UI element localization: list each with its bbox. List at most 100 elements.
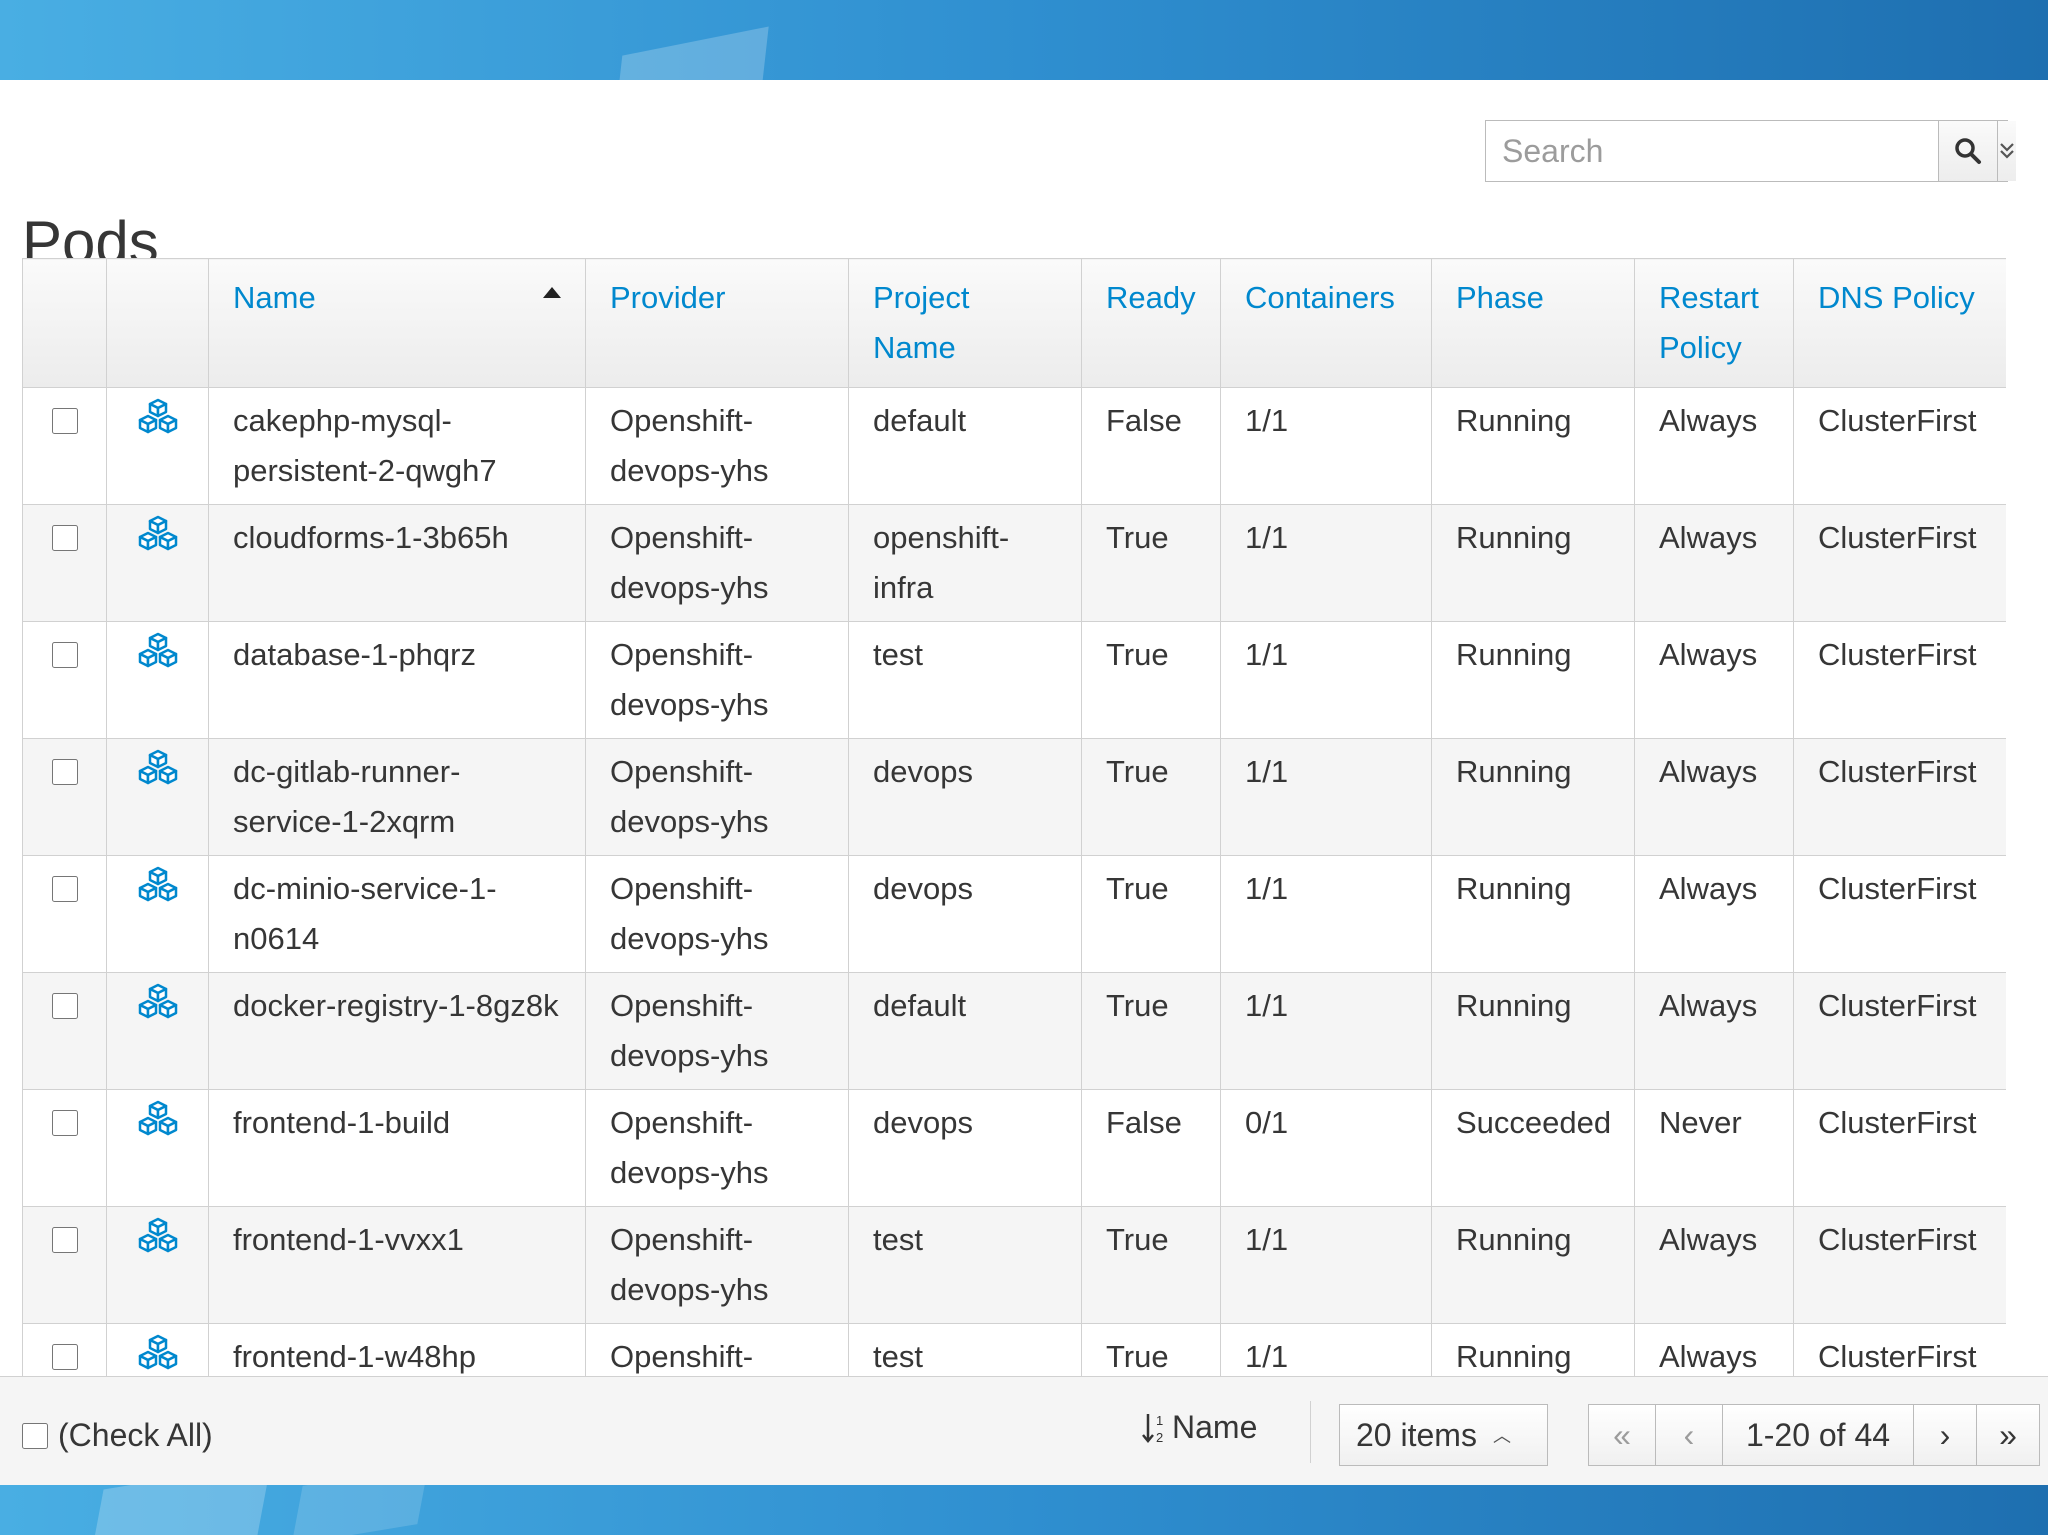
project-name-cell: test <box>848 621 1082 739</box>
containers-cell: 1/1 <box>1220 1206 1432 1324</box>
restart-policy-cell: Never <box>1634 1089 1794 1207</box>
project-name-cell: devops <box>848 1089 1082 1207</box>
advanced-search-button[interactable] <box>1997 121 2016 181</box>
sort-by-button[interactable]: 1 2 Name <box>1142 1409 1257 1446</box>
column-header-phase[interactable]: Phase <box>1431 258 1635 388</box>
check-all[interactable]: (Check All) <box>22 1417 213 1454</box>
restart-policy-cell: Always <box>1634 504 1794 622</box>
svg-text:1: 1 <box>1156 1413 1163 1428</box>
restart-policy-cell: Always <box>1634 972 1794 1090</box>
phase-cell: Succeeded <box>1431 1089 1635 1207</box>
column-header-label: Containers <box>1245 280 1395 315</box>
restart-policy-cell: Always <box>1634 387 1794 505</box>
pod-name-cell: dc-minio-service-1-n0614 <box>208 855 586 973</box>
table-row[interactable]: cakephp-mysql-persistent-2-qwgh7 Openshif… <box>22 387 2006 505</box>
sort-by-label: Name <box>1172 1409 1258 1445</box>
svg-text:2: 2 <box>1156 1430 1163 1445</box>
containers-cell: 1/1 <box>1220 387 1432 505</box>
row-checkbox[interactable] <box>52 1344 78 1370</box>
project-name-cell: devops <box>848 738 1082 856</box>
restart-policy-cell: Always <box>1634 738 1794 856</box>
dns-policy-cell: ClusterFirst <box>1793 855 2006 973</box>
restart-policy-cell: Always <box>1634 855 1794 973</box>
dns-policy-cell: ClusterFirst <box>1793 1323 2006 1376</box>
pagination: « ‹ 1-20 of 44 › » <box>1588 1404 2040 1466</box>
table-row[interactable]: dc-gitlab-runner-service-1-2xqrm Openshif… <box>22 738 2006 856</box>
table-row[interactable]: dc-minio-service-1-n0614 Openshift-devops… <box>22 855 2006 973</box>
row-select-cell <box>22 738 107 856</box>
restart-policy-cell: Always <box>1634 621 1794 739</box>
sort-ascending-icon <box>543 287 561 298</box>
column-header-label: Project Name <box>873 280 970 365</box>
row-checkbox[interactable] <box>52 759 78 785</box>
provider-cell: Openshift-devops-yhs <box>585 855 849 973</box>
table-row[interactable]: docker-registry-1-8gz8k Openshift-devops-… <box>22 972 2006 1090</box>
table-row[interactable]: frontend-1-build Openshift-devops-yhs devo… <box>22 1089 2006 1207</box>
pod-cubes-icon <box>137 515 179 562</box>
pod-cubes-icon <box>137 1100 179 1147</box>
row-icon-cell <box>106 1323 209 1376</box>
provider-cell: Openshift-devops-yhs <box>585 1206 849 1324</box>
column-header-containers[interactable]: Containers <box>1220 258 1432 388</box>
search-button[interactable] <box>1938 121 1997 181</box>
dns-policy-cell: ClusterFirst <box>1793 387 2006 505</box>
column-header-ready[interactable]: Ready <box>1081 258 1221 388</box>
pod-name-cell: database-1-phqrz <box>208 621 586 739</box>
dns-policy-cell: ClusterFirst <box>1793 738 2006 856</box>
table-row[interactable]: frontend-1-w48hpOpenshift-devops-yhstest… <box>22 1323 2006 1376</box>
ready-cell: True <box>1081 1323 1221 1376</box>
phase-cell: Running <box>1431 621 1635 739</box>
table-header-row: Name Provider Project Name Ready Contain… <box>22 258 2006 388</box>
table-row[interactable]: database-1-phqrz Openshift-devops-yhs test… <box>22 621 2006 739</box>
containers-cell: 1/1 <box>1220 1323 1432 1376</box>
column-header-restart-policy[interactable]: Restart Policy <box>1634 258 1794 388</box>
table-row[interactable]: cloudforms-1-3b65h Openshift-devops-yhs op… <box>22 504 2006 622</box>
check-all-checkbox[interactable] <box>22 1422 48 1449</box>
row-checkbox[interactable] <box>52 993 78 1019</box>
row-checkbox[interactable] <box>52 1110 78 1136</box>
row-checkbox[interactable] <box>52 642 78 668</box>
row-checkbox[interactable] <box>52 525 78 551</box>
row-select-cell <box>22 387 107 505</box>
phase-cell: Running <box>1431 1206 1635 1324</box>
chevron-double-down-icon <box>2000 143 2014 159</box>
column-header-label: Restart Policy <box>1659 280 1759 365</box>
row-checkbox[interactable] <box>52 876 78 902</box>
search-input[interactable] <box>1486 121 1938 181</box>
pod-cubes-icon <box>137 1217 179 1264</box>
row-icon-cell <box>106 855 209 973</box>
previous-page-button[interactable]: ‹ <box>1655 1405 1722 1465</box>
project-name-cell: openshift-infra <box>848 504 1082 622</box>
column-header-label: Provider <box>610 280 726 315</box>
column-header-dns-policy[interactable]: DNS Policy <box>1793 258 2006 388</box>
column-header-project-name[interactable]: Project Name <box>848 258 1082 388</box>
first-page-button[interactable]: « <box>1589 1405 1655 1465</box>
row-icon-cell <box>106 387 209 505</box>
row-select-cell <box>22 1206 107 1324</box>
column-header-name[interactable]: Name <box>208 258 586 388</box>
column-header-provider[interactable]: Provider <box>585 258 849 388</box>
row-checkbox[interactable] <box>52 1227 78 1253</box>
row-icon-cell <box>106 972 209 1090</box>
row-checkbox[interactable] <box>52 408 78 434</box>
last-page-button[interactable]: » <box>1976 1405 2039 1465</box>
items-per-page-dropdown[interactable]: 20 items ︿ <box>1339 1404 1548 1466</box>
next-page-button[interactable]: › <box>1913 1405 1976 1465</box>
chevron-left-icon: ‹ <box>1683 1416 1695 1453</box>
pod-name-cell: cakephp-mysql-persistent-2-qwgh7 <box>208 387 586 505</box>
table-row[interactable]: frontend-1-vvxx1 Openshift-devops-yhs test… <box>22 1206 2006 1324</box>
check-all-label: (Check All) <box>58 1417 213 1453</box>
chevron-right-icon: › <box>1939 1416 1951 1453</box>
pod-cubes-icon <box>137 866 179 913</box>
row-select-cell <box>22 855 107 973</box>
project-name-cell: devops <box>848 855 1082 973</box>
double-chevron-right-icon: » <box>1999 1416 2017 1453</box>
containers-cell: 1/1 <box>1220 738 1432 856</box>
containers-cell: 1/1 <box>1220 621 1432 739</box>
dns-policy-cell: ClusterFirst <box>1793 504 2006 622</box>
phase-cell: Running <box>1431 387 1635 505</box>
phase-cell: Running <box>1431 855 1635 973</box>
header-icon <box>106 258 209 388</box>
ready-cell: True <box>1081 972 1221 1090</box>
restart-policy-cell: Always <box>1634 1206 1794 1324</box>
